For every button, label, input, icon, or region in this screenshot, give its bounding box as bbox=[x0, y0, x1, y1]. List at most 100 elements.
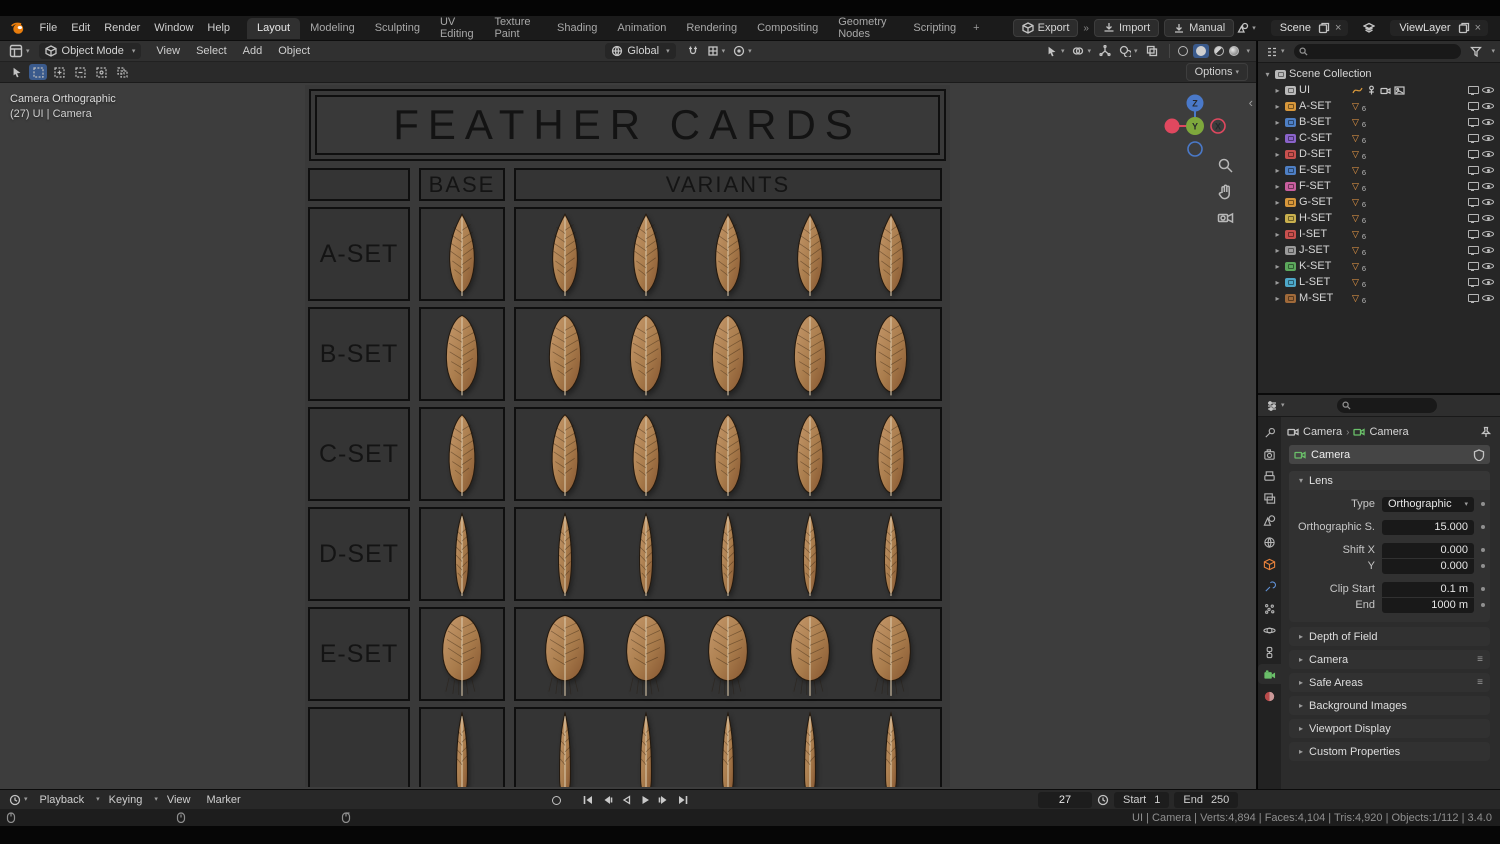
snap-settings-button[interactable]: ▾ bbox=[704, 45, 729, 57]
menu-render[interactable]: Render bbox=[97, 16, 147, 40]
outliner-row-l-set[interactable]: ▸ L-SET ▽ 6 bbox=[1258, 274, 1500, 290]
select-mode-new-button[interactable] bbox=[29, 64, 47, 80]
output-properties-tab[interactable] bbox=[1258, 466, 1281, 486]
breadcrumb-object[interactable]: Camera bbox=[1303, 426, 1342, 438]
disable-viewport-icon[interactable] bbox=[1468, 181, 1479, 192]
expand-arrow-icon[interactable]: ▸ bbox=[1273, 150, 1282, 159]
proportional-editing-button[interactable]: ▾ bbox=[730, 45, 755, 57]
expand-arrow-icon[interactable]: ▸ bbox=[1273, 86, 1282, 95]
animate-dot[interactable] bbox=[1481, 502, 1485, 506]
disable-viewport-icon[interactable] bbox=[1468, 293, 1479, 304]
filter-funnel-icon[interactable] bbox=[1467, 46, 1485, 58]
disable-viewport-icon[interactable] bbox=[1468, 245, 1479, 256]
particles-properties-tab[interactable] bbox=[1258, 598, 1281, 618]
viewlayer-selector[interactable]: ViewLayer × bbox=[1390, 20, 1488, 36]
hide-eye-icon[interactable] bbox=[1482, 261, 1494, 272]
disable-viewport-icon[interactable] bbox=[1468, 149, 1479, 160]
hide-eye-icon[interactable] bbox=[1482, 213, 1494, 224]
disable-viewport-icon[interactable] bbox=[1468, 277, 1479, 288]
expand-arrow-icon[interactable]: ▸ bbox=[1273, 182, 1282, 191]
menu-view[interactable]: View bbox=[149, 39, 187, 63]
clip-end-field[interactable]: 1000 m bbox=[1382, 597, 1474, 613]
hide-eye-icon[interactable] bbox=[1482, 245, 1494, 256]
expand-arrow-icon[interactable]: ▸ bbox=[1273, 214, 1282, 223]
start-frame-field[interactable]: Start 1 bbox=[1114, 792, 1170, 808]
expand-arrow-icon[interactable]: ▸ bbox=[1273, 294, 1282, 303]
hide-eye-icon[interactable] bbox=[1482, 277, 1494, 288]
shading-wireframe-icon[interactable] bbox=[1177, 46, 1188, 56]
menu-window[interactable]: Window bbox=[147, 16, 200, 40]
expand-arrow-icon[interactable]: ▸ bbox=[1273, 262, 1282, 271]
hide-eye-icon[interactable] bbox=[1482, 117, 1494, 128]
pin-icon[interactable] bbox=[1480, 426, 1492, 438]
expand-arrow-icon[interactable]: ▸ bbox=[1273, 230, 1282, 239]
outliner-row-i-set[interactable]: ▸ I-SET ▽ 6 bbox=[1258, 226, 1500, 242]
select-mode-extend-button[interactable] bbox=[50, 64, 68, 80]
background-images-panel-header[interactable]: ▸ Background Images bbox=[1289, 696, 1490, 715]
shift-x-field[interactable]: 0.000 bbox=[1382, 542, 1474, 558]
tab-compositing[interactable]: Compositing bbox=[747, 18, 828, 39]
select-mode-subtract-button[interactable] bbox=[71, 64, 89, 80]
unlink-scene-icon[interactable]: × bbox=[1333, 22, 1343, 34]
properties-editor-type-button[interactable]: ▾ bbox=[1263, 400, 1288, 412]
animate-dot[interactable] bbox=[1481, 564, 1485, 568]
disable-viewport-icon[interactable] bbox=[1468, 213, 1479, 224]
hide-eye-icon[interactable] bbox=[1482, 293, 1494, 304]
remove-viewlayer-icon[interactable]: × bbox=[1473, 22, 1483, 34]
options-button[interactable]: Options ▾ bbox=[1185, 63, 1248, 81]
expand-arrow-icon[interactable]: ▸ bbox=[1273, 246, 1282, 255]
outliner-editor-type-button[interactable]: ▾ bbox=[1263, 46, 1288, 58]
tool-properties-tab[interactable] bbox=[1258, 422, 1281, 442]
hide-eye-icon[interactable] bbox=[1482, 165, 1494, 176]
animate-dot[interactable] bbox=[1481, 603, 1485, 607]
import-button[interactable]: Import bbox=[1093, 19, 1160, 37]
move-view-hand-icon[interactable] bbox=[1217, 183, 1234, 200]
animate-dot[interactable] bbox=[1481, 525, 1485, 529]
disable-viewport-icon[interactable] bbox=[1468, 117, 1479, 128]
outliner-row-e-set[interactable]: ▸ E-SET ▽ 6 bbox=[1258, 162, 1500, 178]
id-name-field[interactable]: Camera bbox=[1289, 445, 1490, 464]
object-properties-tab[interactable] bbox=[1258, 554, 1281, 574]
xray-toggle-icon[interactable] bbox=[1143, 45, 1161, 57]
outliner-row-f-set[interactable]: ▸ F-SET ▽ 6 bbox=[1258, 178, 1500, 194]
snap-toggle-icon[interactable] bbox=[684, 45, 702, 57]
jump-to-end-button[interactable] bbox=[677, 794, 689, 806]
tab-shading[interactable]: Shading bbox=[547, 18, 607, 39]
type-dropdown[interactable]: Orthographic ▾ bbox=[1382, 496, 1474, 512]
menu-timeline-view[interactable]: View bbox=[160, 788, 198, 812]
tab-scripting[interactable]: Scripting bbox=[903, 18, 966, 39]
transform-orientation-selector[interactable]: Global ▾ bbox=[605, 43, 676, 59]
material-properties-tab[interactable] bbox=[1258, 686, 1281, 706]
hide-eye-icon[interactable] bbox=[1482, 101, 1494, 112]
zoom-icon[interactable] bbox=[1217, 157, 1234, 174]
shift-y-field[interactable]: 0.000 bbox=[1382, 558, 1474, 574]
new-viewlayer-icon[interactable] bbox=[1458, 22, 1470, 34]
menu-select[interactable]: Select bbox=[189, 39, 234, 63]
menu-keying[interactable]: Keying bbox=[102, 788, 150, 812]
menu-add[interactable]: Add bbox=[236, 39, 270, 63]
shading-solid-active[interactable] bbox=[1192, 44, 1209, 58]
camera-panel-header[interactable]: ▸ Camera ≡ bbox=[1289, 650, 1490, 669]
world-properties-tab[interactable] bbox=[1258, 532, 1281, 552]
disable-viewport-icon[interactable] bbox=[1468, 197, 1479, 208]
outliner-row-ui[interactable]: ▸ UI bbox=[1258, 82, 1500, 98]
breadcrumb-data[interactable]: Camera bbox=[1369, 426, 1408, 438]
outliner-row-g-set[interactable]: ▸ G-SET ▽ 6 bbox=[1258, 194, 1500, 210]
play-button[interactable] bbox=[639, 794, 651, 806]
clip-start-field[interactable]: 0.1 m bbox=[1382, 581, 1474, 597]
selectability-button[interactable]: ▾ bbox=[1043, 45, 1068, 57]
physics-properties-tab[interactable] bbox=[1258, 620, 1281, 640]
properties-search-input[interactable] bbox=[1336, 398, 1437, 413]
mode-selector[interactable]: Object Mode ▾ bbox=[38, 43, 142, 59]
editor-type-button[interactable]: ▾ bbox=[6, 44, 33, 58]
disable-viewport-icon[interactable] bbox=[1468, 133, 1479, 144]
menu-marker[interactable]: Marker bbox=[199, 788, 247, 812]
camera-view-icon[interactable] bbox=[1217, 209, 1234, 226]
animate-dot[interactable] bbox=[1481, 548, 1485, 552]
scene-browse-icon[interactable]: ▾ bbox=[1234, 22, 1259, 34]
tab-rendering[interactable]: Rendering bbox=[676, 18, 747, 39]
play-reverse-button[interactable] bbox=[620, 794, 632, 806]
tab-layout[interactable]: Layout bbox=[247, 17, 301, 39]
outliner-search-input[interactable] bbox=[1293, 44, 1462, 59]
presets-menu-icon[interactable]: ≡ bbox=[1477, 654, 1483, 665]
